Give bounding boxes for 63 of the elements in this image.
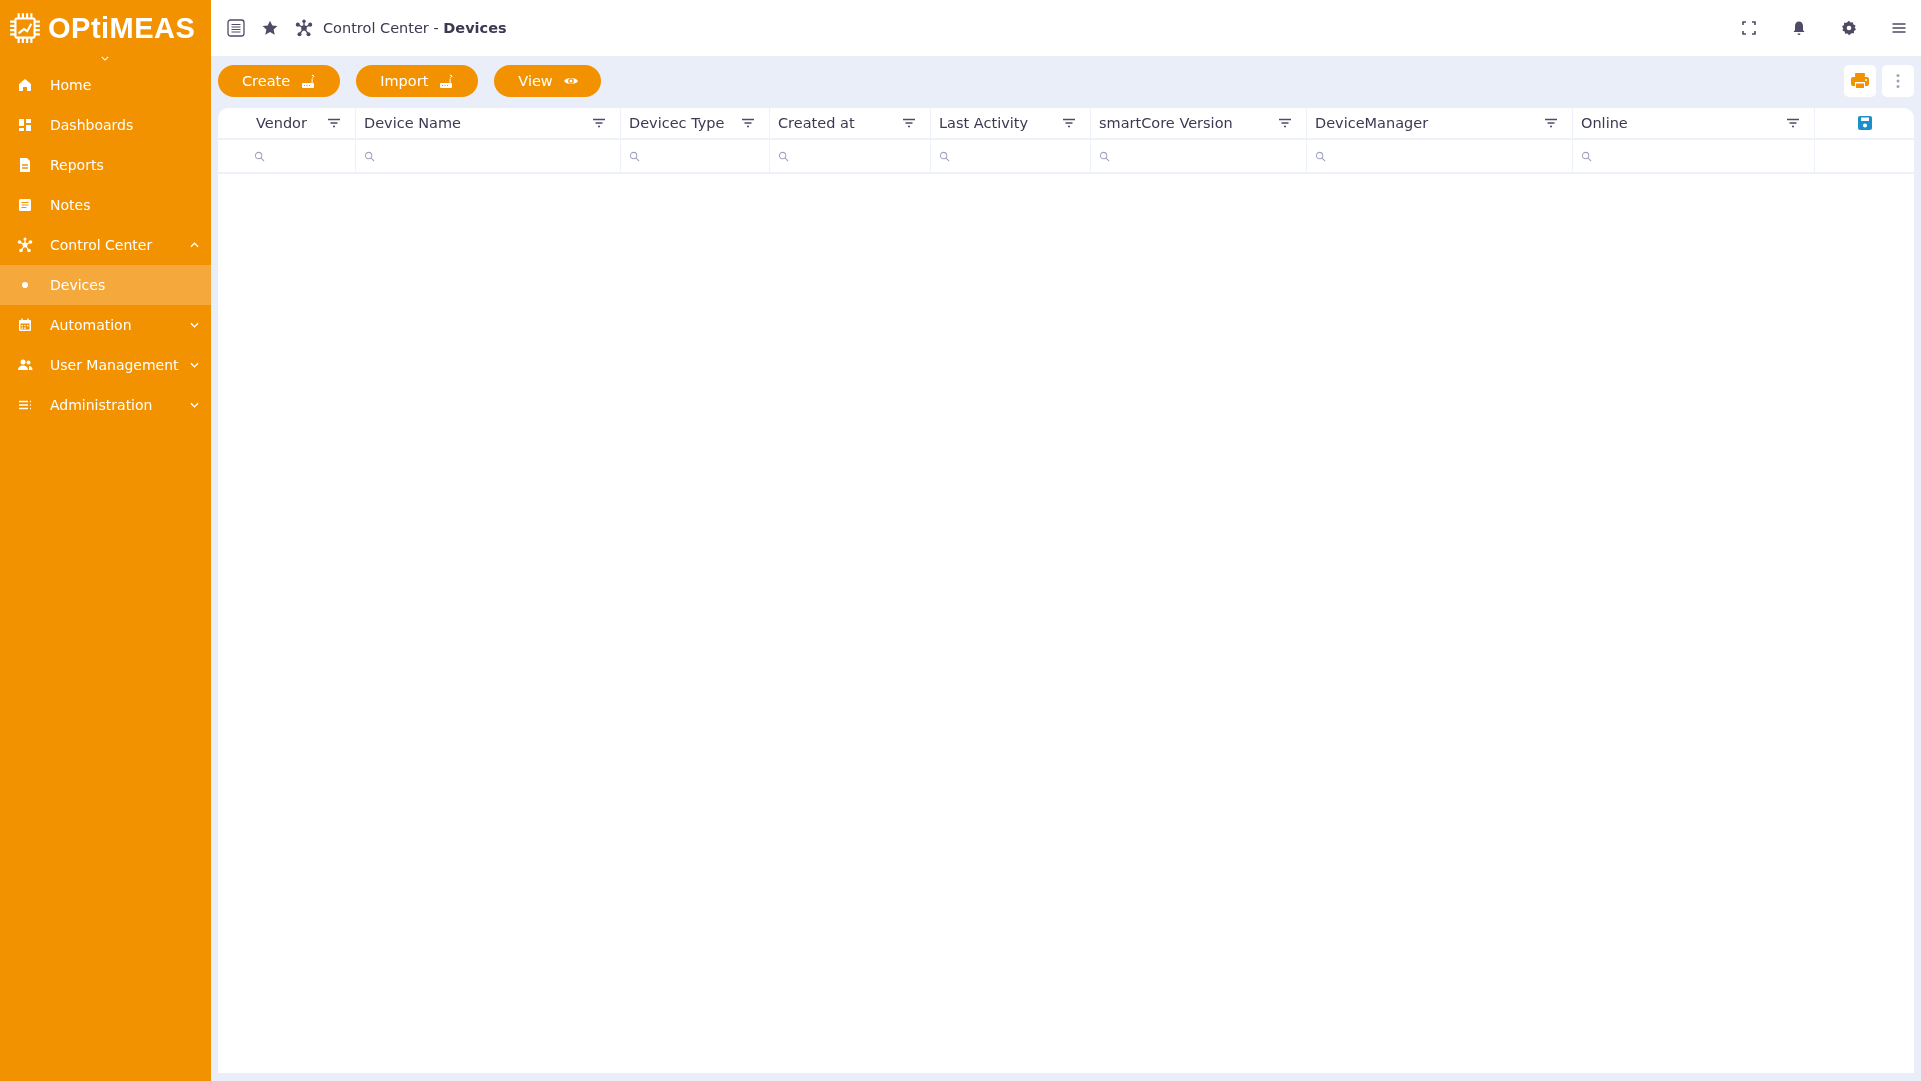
sidebar-item[interactable]: Notes [0, 185, 211, 225]
search-icon [1315, 150, 1326, 162]
router-icon [300, 73, 317, 89]
bullet-icon [22, 282, 28, 288]
filter-icon[interactable] [741, 118, 755, 128]
dashboard-icon [17, 117, 33, 133]
filter-icon[interactable] [1278, 118, 1292, 128]
search-icon [1099, 150, 1110, 162]
sidebar-item[interactable]: Dashboards [0, 105, 211, 145]
column-header: Vendor [256, 115, 308, 131]
sidebar-item[interactable]: Administration [0, 385, 211, 425]
sidebar-item[interactable]: Reports [0, 145, 211, 185]
note-icon [17, 197, 33, 213]
sidebar-item[interactable]: Control Center [0, 225, 211, 265]
search-icon [778, 150, 789, 162]
column-header: DeviceManager [1315, 115, 1430, 131]
network-icon [295, 19, 313, 37]
users-icon [17, 357, 33, 373]
more-vertical-icon [1896, 73, 1900, 89]
column-header: Device Name [364, 115, 462, 131]
filter-icon[interactable] [1786, 118, 1800, 128]
search-icon [1581, 150, 1592, 162]
filter-icon[interactable] [1544, 118, 1558, 128]
printer-icon [1850, 72, 1870, 90]
settings-icon[interactable] [1841, 20, 1857, 36]
search-icon [364, 150, 375, 162]
menu-icon[interactable] [227, 19, 245, 37]
calendar-icon [17, 317, 33, 333]
logo-text: OPtiMEAS [48, 11, 196, 45]
menu-icon[interactable] [1891, 20, 1907, 36]
home-icon [17, 77, 33, 93]
sidebar-item[interactable]: User Management [0, 345, 211, 385]
toolbar-button[interactable]: View [494, 65, 601, 97]
fullscreen-icon[interactable] [1741, 20, 1757, 36]
sidebar-item[interactable]: Home [0, 65, 211, 105]
column-header: Online [1581, 115, 1629, 131]
breadcrumb: Control Center - Devices [323, 20, 507, 36]
filter-icon[interactable] [327, 118, 341, 128]
filter-icon[interactable] [592, 118, 606, 128]
document-icon [17, 157, 33, 173]
chip-icon [8, 11, 42, 45]
search-icon [629, 150, 640, 162]
search-icon [254, 150, 265, 162]
column-header: Devicec Type [629, 115, 726, 131]
column-header: Last Activity [939, 115, 1030, 131]
chevron-down-icon [190, 362, 199, 368]
column-header: Created at [778, 115, 856, 131]
filter-icon[interactable] [902, 118, 916, 128]
chevron-down-icon [190, 322, 199, 328]
bell-icon[interactable] [1791, 20, 1807, 36]
chevron-up-icon [190, 242, 199, 248]
filter-icon[interactable] [1062, 118, 1076, 128]
column-header: smartCore Version [1099, 115, 1234, 131]
search-icon [939, 150, 950, 162]
sidebar-item[interactable]: Automation [0, 305, 211, 345]
router-icon [438, 73, 455, 89]
star-icon[interactable] [261, 19, 279, 37]
toolbar-button[interactable]: Create [218, 65, 341, 97]
sidebar-subitem[interactable]: Devices [0, 265, 211, 305]
network-icon [17, 237, 33, 253]
chevron-down-icon [190, 402, 199, 408]
toolbar-button[interactable]: Import [356, 65, 479, 97]
save-icon[interactable] [1857, 116, 1872, 130]
